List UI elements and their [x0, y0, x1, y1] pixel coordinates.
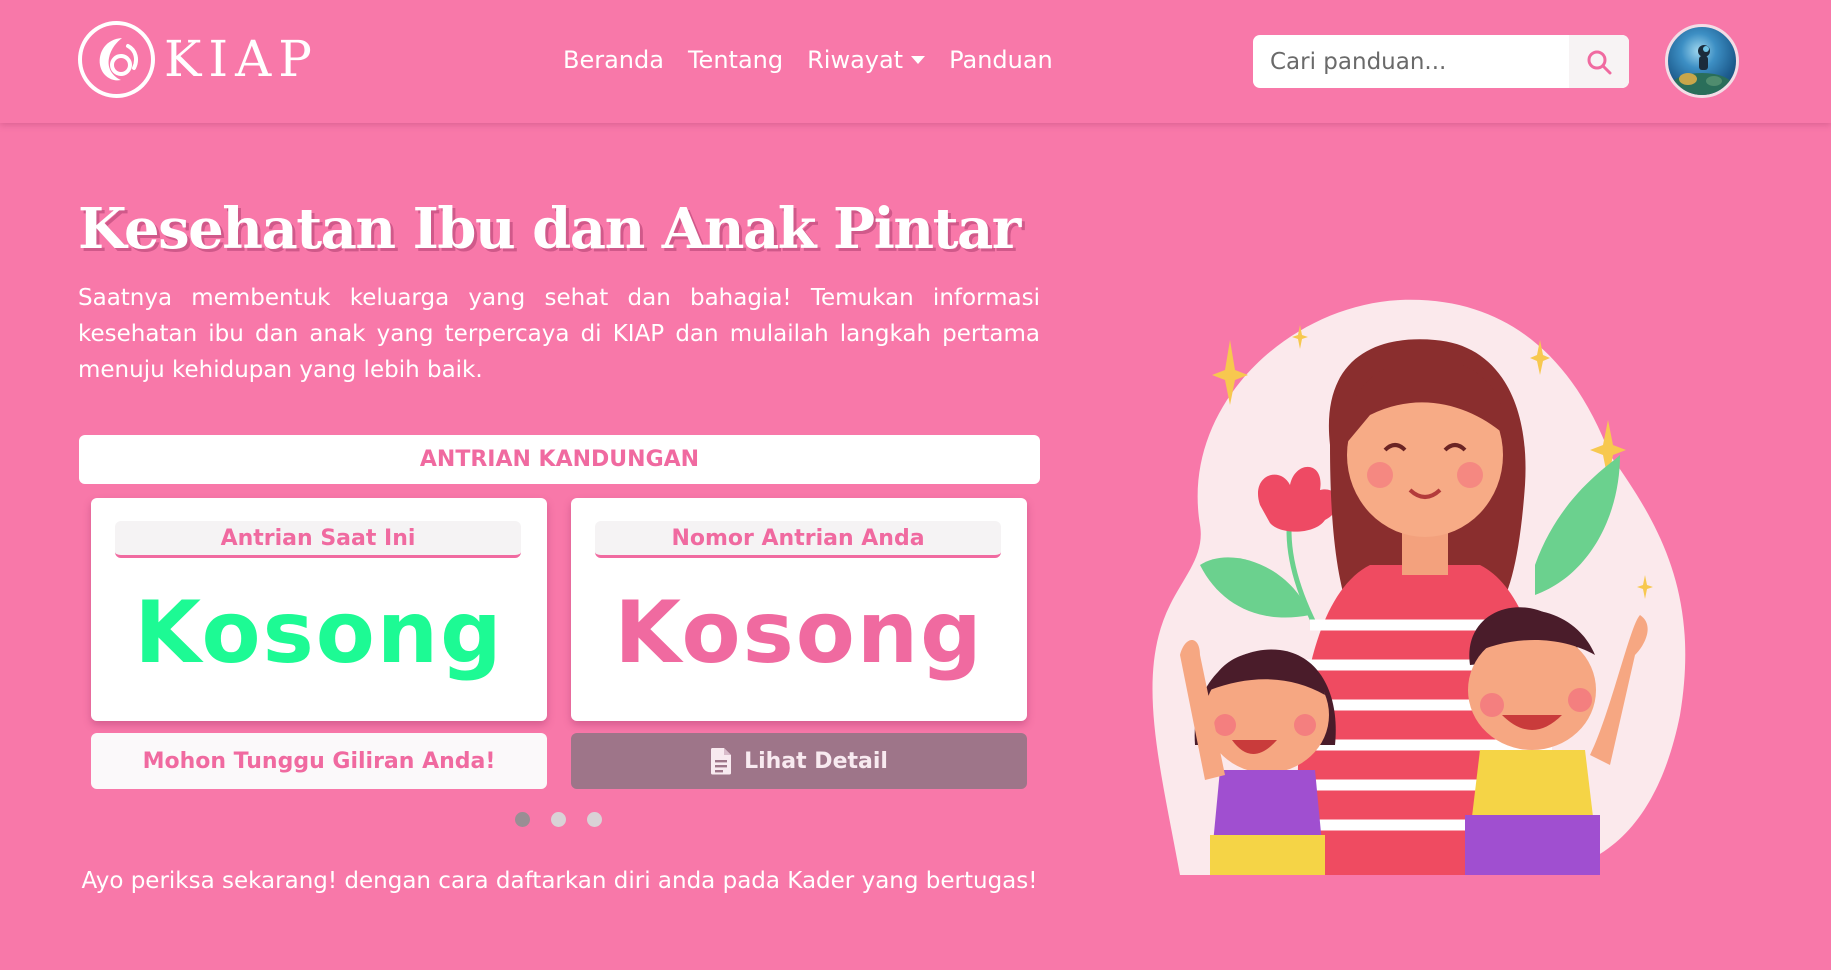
document-icon	[711, 748, 732, 775]
nav-beranda[interactable]: Beranda	[563, 46, 664, 74]
brand-name: KIAP	[164, 30, 319, 88]
view-detail-label: Lihat Detail	[744, 748, 888, 774]
your-queue-card: Nomor Antrian Anda Kosong	[571, 498, 1027, 721]
navbar: KIAP Beranda Tentang Riwayat Panduan	[0, 0, 1831, 123]
your-queue-label: Nomor Antrian Anda	[595, 521, 1001, 558]
user-avatar[interactable]	[1665, 24, 1739, 98]
avatar-photo	[1672, 45, 1732, 95]
mother-child-logo-icon	[78, 20, 155, 98]
brand[interactable]: KIAP	[78, 20, 319, 98]
mother-children-illustration	[1152, 299, 1686, 875]
search-icon	[1587, 50, 1612, 74]
current-queue-value: Kosong	[134, 583, 504, 683]
wait-status-message: Mohon Tunggu Giliran Anda!	[91, 733, 547, 789]
nav-riwayat-label: Riwayat	[807, 46, 904, 74]
nav-tentang[interactable]: Tentang	[688, 46, 783, 74]
carousel-indicators	[515, 812, 602, 827]
main-nav: Beranda Tentang Riwayat Panduan	[563, 46, 1053, 74]
caret-down-icon	[911, 56, 926, 64]
view-detail-button[interactable]: Lihat Detail	[571, 733, 1027, 789]
search-form	[1253, 35, 1629, 88]
carousel-dot[interactable]	[551, 812, 566, 827]
current-queue-label: Antrian Saat Ini	[115, 521, 521, 558]
nav-riwayat-dropdown[interactable]: Riwayat	[807, 46, 926, 74]
carousel-dot[interactable]	[587, 812, 602, 827]
queue-section-title: ANTRIAN KANDUNGAN	[79, 435, 1040, 484]
page-title: Kesehatan Ibu dan Anak Pintar	[78, 196, 1021, 262]
register-call-to-action: Ayo periksa sekarang! dengan cara daftar…	[81, 868, 1038, 894]
carousel-dot[interactable]	[515, 812, 530, 827]
search-button[interactable]	[1569, 35, 1629, 88]
hero-description: Saatnya membentuk keluarga yang sehat da…	[78, 285, 1040, 383]
search-input[interactable]	[1253, 35, 1569, 88]
current-queue-card: Antrian Saat Ini Kosong	[91, 498, 547, 721]
your-queue-value: Kosong	[614, 583, 984, 683]
nav-panduan[interactable]: Panduan	[949, 46, 1053, 74]
